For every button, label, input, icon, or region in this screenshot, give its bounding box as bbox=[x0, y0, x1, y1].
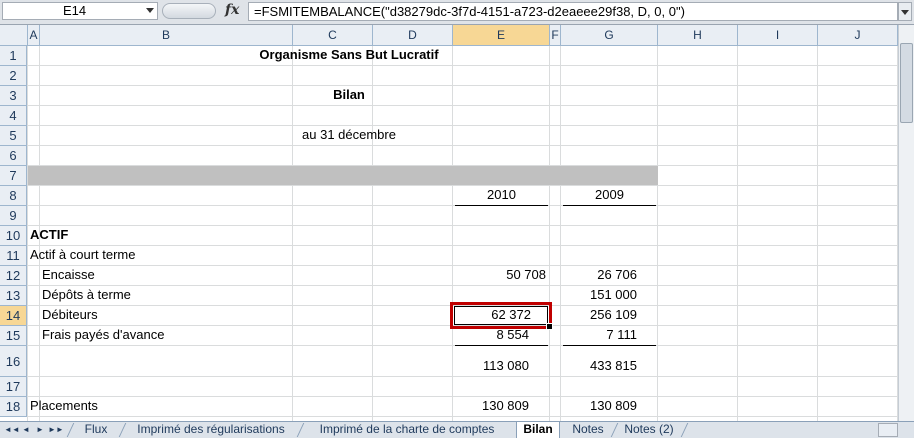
row-header-11[interactable]: 11 bbox=[0, 246, 27, 266]
row-header-9[interactable]: 9 bbox=[0, 206, 27, 226]
chevron-down-icon[interactable] bbox=[146, 8, 154, 13]
actif-heading[interactable]: ACTIF bbox=[30, 226, 68, 244]
row-header-7[interactable]: 7 bbox=[0, 166, 27, 186]
column-header-f[interactable]: F bbox=[550, 25, 561, 45]
column-header-h[interactable]: H bbox=[658, 25, 738, 45]
row-header-4[interactable]: 4 bbox=[0, 106, 27, 126]
tab-notes[interactable]: Notes bbox=[565, 422, 611, 438]
depots-2009[interactable]: 151 000 bbox=[561, 286, 637, 304]
report-title[interactable]: Organisme Sans But Lucratif bbox=[40, 46, 658, 64]
tab-notes-2[interactable]: Notes (2) bbox=[618, 422, 680, 438]
placements-label[interactable]: Placements bbox=[30, 397, 98, 415]
sheet-tabs-bar: ◄◄ ◄ ► ►► Flux Imprimé des régularisatio… bbox=[0, 421, 914, 438]
tab-split-handle[interactable] bbox=[878, 423, 898, 437]
depots-label[interactable]: Dépôts à terme bbox=[42, 286, 131, 304]
vertical-scrollbar[interactable] bbox=[898, 25, 914, 421]
section-band bbox=[28, 166, 658, 185]
formula-input[interactable]: =FSMITEMBALANCE("d38279dc-3f7d-4151-a723… bbox=[248, 2, 898, 21]
tab-regularisations[interactable]: Imprimé des régularisations bbox=[126, 422, 296, 438]
row-header-16[interactable]: 16 bbox=[0, 346, 27, 377]
tab-flux[interactable]: Flux bbox=[74, 422, 118, 438]
underline-g8 bbox=[563, 205, 656, 206]
column-header-e[interactable]: E bbox=[453, 25, 550, 45]
row-header-13[interactable]: 13 bbox=[0, 286, 27, 306]
row-header-3[interactable]: 3 bbox=[0, 86, 27, 106]
formula-bar: E14 fx =FSMITEMBALANCE("d38279dc-3f7d-41… bbox=[0, 0, 914, 25]
row-header-2[interactable]: 2 bbox=[0, 66, 27, 86]
debiteurs-2009[interactable]: 256 109 bbox=[561, 306, 637, 324]
column-header-g[interactable]: G bbox=[561, 25, 658, 45]
first-sheet-icon[interactable]: ◄◄ bbox=[4, 424, 20, 436]
total-2010[interactable]: 113 080 bbox=[453, 357, 529, 375]
placements-2009[interactable]: 130 809 bbox=[561, 397, 637, 415]
tab-charte-comptes[interactable]: Imprimé de la charte de comptes bbox=[304, 422, 510, 438]
underline-e15 bbox=[455, 345, 548, 346]
name-box[interactable]: E14 bbox=[2, 2, 158, 20]
vertical-scroll-thumb[interactable] bbox=[900, 43, 913, 123]
column-header-b[interactable]: B bbox=[40, 25, 293, 45]
row-header-6[interactable]: 6 bbox=[0, 146, 27, 166]
row-header-12[interactable]: 12 bbox=[0, 266, 27, 286]
formula-bar-expand-button[interactable] bbox=[898, 2, 912, 21]
debiteurs-label[interactable]: Débiteurs bbox=[42, 306, 98, 324]
row-header-18[interactable]: 18 bbox=[0, 397, 27, 417]
column-headers: A B C D E F G H I J bbox=[0, 25, 898, 46]
prev-sheet-icon[interactable]: ◄ bbox=[20, 424, 32, 436]
underline-g15 bbox=[563, 345, 656, 346]
underline-e8 bbox=[455, 205, 548, 206]
next-sheet-icon[interactable]: ► bbox=[34, 424, 46, 436]
encaisse-2009[interactable]: 26 706 bbox=[561, 266, 637, 284]
name-box-value: E14 bbox=[63, 3, 87, 18]
tab-bilan[interactable]: Bilan bbox=[516, 422, 560, 438]
insert-function-icon[interactable]: fx bbox=[225, 2, 239, 18]
total-2009[interactable]: 433 815 bbox=[561, 357, 637, 375]
year-prior-header[interactable]: 2009 bbox=[561, 186, 658, 204]
column-header-d[interactable]: D bbox=[373, 25, 453, 45]
report-date[interactable]: au 31 décembre bbox=[40, 126, 658, 144]
column-header-i[interactable]: I bbox=[738, 25, 818, 45]
select-all-corner[interactable] bbox=[0, 25, 28, 45]
row-header-14[interactable]: 14 bbox=[0, 306, 27, 326]
year-current-header[interactable]: 2010 bbox=[453, 186, 550, 204]
encaisse-label[interactable]: Encaisse bbox=[42, 266, 95, 284]
fill-handle[interactable] bbox=[546, 323, 553, 330]
last-sheet-icon[interactable]: ►► bbox=[48, 424, 64, 436]
row-header-5[interactable]: 5 bbox=[0, 126, 27, 146]
row-header-1[interactable]: 1 bbox=[0, 46, 27, 66]
row-header-17[interactable]: 17 bbox=[0, 377, 27, 397]
placements-2010[interactable]: 130 809 bbox=[453, 397, 529, 415]
encaisse-2010[interactable]: 50 708 bbox=[453, 266, 546, 284]
frais-label[interactable]: Frais payés d'avance bbox=[42, 326, 164, 344]
report-subtitle[interactable]: Bilan bbox=[40, 86, 658, 104]
column-header-a[interactable]: A bbox=[28, 25, 40, 45]
column-header-j[interactable]: J bbox=[818, 25, 898, 45]
row-header-15[interactable]: 15 bbox=[0, 326, 27, 346]
row-header-10[interactable]: 10 bbox=[0, 226, 27, 246]
row-header-8[interactable]: 8 bbox=[0, 186, 27, 206]
frais-2009[interactable]: 7 111 bbox=[561, 326, 637, 344]
column-header-c[interactable]: C bbox=[293, 25, 373, 45]
selected-cell-e14[interactable] bbox=[450, 302, 553, 330]
formula-bar-resize-handle[interactable] bbox=[162, 3, 216, 19]
actif-court-label[interactable]: Actif à court terme bbox=[30, 246, 135, 264]
